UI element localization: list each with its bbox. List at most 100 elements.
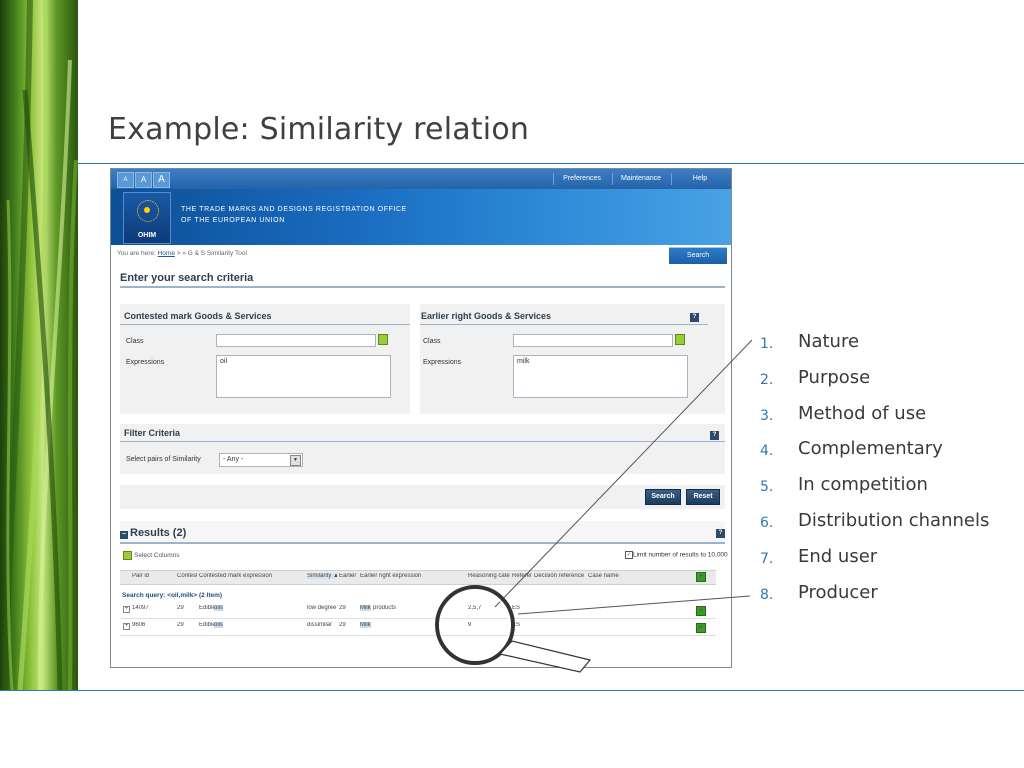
help-icon[interactable]: ? (690, 313, 699, 322)
cell-earlier-highlight: Milk (360, 622, 371, 628)
cell-contest: 29 (177, 622, 184, 628)
cell-reasoning: 9 (468, 622, 472, 628)
title-divider (78, 163, 1024, 164)
list-label: End user (798, 545, 878, 567)
table-row[interactable]: + 14097 29 Edible oils low degree 29 Mil… (120, 603, 716, 619)
collapse-icon[interactable]: − (120, 531, 128, 539)
search-query-label: Search query: <oil,milk> (2 Item) (122, 592, 223, 599)
font-size-medium-button[interactable]: A (135, 172, 152, 188)
office-line-2: of the European Union (181, 217, 285, 224)
nav-preferences[interactable]: Preferences (553, 173, 610, 185)
results-title[interactable]: − Results (2) (120, 527, 186, 539)
results-title-text: Results (2) (130, 527, 187, 539)
table-row[interactable]: + 9606 29 Edible oils dissimilar 29 Milk… (120, 620, 716, 636)
limit-label: Limit number of results to 10,000 (633, 551, 728, 559)
cell-earlier-class: 29 (339, 605, 346, 611)
list-number: 5. (760, 479, 774, 496)
list-label: Purpose (798, 366, 871, 388)
breadcrumb-home-link[interactable]: Home (158, 250, 175, 257)
cell-similarity: dissimilar (307, 622, 333, 628)
add-row-icon[interactable]: + (696, 623, 706, 633)
columns-icon (123, 551, 132, 560)
filter-panel (120, 424, 725, 474)
results-column-header: Pair id Contest Contested mark expressio… (120, 570, 716, 585)
search-button[interactable]: Search (645, 489, 681, 505)
col-case-name[interactable]: Case name (588, 573, 648, 579)
cell-earlier-class: 29 (339, 622, 346, 628)
limit-checkbox[interactable]: ✓ (625, 551, 633, 559)
list-number: 1. (760, 336, 774, 352)
contested-class-label: Class (126, 338, 144, 345)
earlier-class-input[interactable] (513, 334, 673, 347)
col-pair-id[interactable]: Pair id (132, 573, 172, 579)
actions-panel (120, 485, 725, 509)
list-label: Method of use (798, 402, 927, 424)
list-number: 3. (760, 407, 774, 424)
limit-results[interactable]: ✓ Limit number of results to 10,000 (625, 551, 728, 559)
cell-similarity: low degree (307, 605, 337, 611)
col-contest[interactable]: Contest (177, 573, 197, 579)
list-label: In competition (798, 474, 928, 496)
col-earlier-class[interactable]: Earlier r (339, 573, 358, 579)
header-banner: OHIM The Trade Marks and Designs Registr… (111, 189, 731, 264)
cell-pair-id: 14097 (132, 605, 149, 611)
col-similarity[interactable]: Similarity ▲ (307, 573, 337, 579)
reset-button[interactable]: Reset (686, 489, 720, 505)
cell-reference: ES (512, 622, 521, 628)
footer-divider (0, 690, 1024, 691)
cell-earlier-post: products (373, 605, 397, 611)
class-lookup-icon[interactable] (675, 334, 685, 345)
cell-pair-id: 9606 (132, 622, 146, 628)
col-reasoning[interactable]: Reasoning categ (468, 573, 510, 579)
similarity-filter-value: - Any - (223, 456, 244, 463)
cell-reasoning: 2,5,7 (468, 605, 482, 611)
help-icon[interactable]: ? (710, 431, 719, 440)
breadcrumb-prefix: You are here: (117, 250, 156, 257)
logo-text: OHIM (137, 232, 157, 239)
contested-title: Contested mark Goods & Services (124, 311, 272, 321)
contested-rule (120, 324, 410, 325)
ohim-screenshot: A A A Preferences Maintenance Help OHIM … (110, 168, 732, 668)
col-contested-expression[interactable]: Contested mark expression (199, 573, 303, 579)
nav-help[interactable]: Help (671, 173, 728, 185)
contested-class-input[interactable] (216, 334, 376, 347)
ohim-logo[interactable]: OHIM (123, 192, 171, 244)
cell-contested-highlight: oils (214, 622, 224, 628)
contested-expressions-input[interactable]: oil (216, 355, 391, 398)
chevron-down-icon[interactable]: ▼ (290, 455, 301, 466)
breadcrumb: You are here: Home > » G & S Similarity … (117, 250, 247, 257)
breadcrumb-current: > » G & S Similarity Tool (176, 250, 247, 257)
select-columns[interactable]: Select Columns (123, 551, 180, 560)
list-number: 6. (760, 514, 774, 531)
col-decision-reference[interactable]: Decision reference nu (534, 573, 586, 579)
list-number: 4. (760, 443, 774, 460)
col-reference[interactable]: Referen (512, 573, 532, 579)
contested-expressions-label: Expressions (126, 359, 165, 366)
help-icon[interactable]: ? (716, 529, 725, 538)
earlier-title: Earlier right Goods & Services (421, 311, 552, 321)
select-columns-label: Select Columns (134, 552, 180, 560)
search-tab[interactable]: Search (669, 247, 727, 264)
list-label: Complementary (798, 438, 943, 460)
earlier-expressions-input[interactable]: milk (513, 355, 688, 398)
expand-row-icon[interactable]: + (123, 623, 130, 630)
office-line-1: The Trade Marks and Designs Registration… (181, 206, 407, 213)
cell-contest: 29 (177, 605, 184, 611)
similarity-filter-select[interactable]: - Any - ▼ (219, 453, 303, 467)
similarity-filter-label: Select pairs of Similarity (126, 456, 201, 463)
logo-core (144, 207, 150, 213)
heading-rule (120, 286, 725, 288)
list-number: 8. (760, 586, 774, 603)
nav-maintenance[interactable]: Maintenance (612, 173, 669, 185)
add-row-icon[interactable]: + (696, 606, 706, 616)
class-lookup-icon[interactable] (378, 334, 388, 345)
office-name: The Trade Marks and Designs Registration… (181, 204, 407, 226)
expand-row-icon[interactable]: + (123, 606, 130, 613)
col-earlier-expression[interactable]: Earlier right expression (360, 573, 460, 579)
font-size-small-button[interactable]: A (117, 172, 134, 188)
cell-reference: ES (512, 605, 521, 611)
add-column-icon[interactable]: + (696, 572, 706, 582)
filter-title: Filter Criteria (124, 428, 181, 438)
cell-contested-highlight: oils (214, 605, 224, 611)
font-size-large-button[interactable]: A (153, 172, 170, 188)
